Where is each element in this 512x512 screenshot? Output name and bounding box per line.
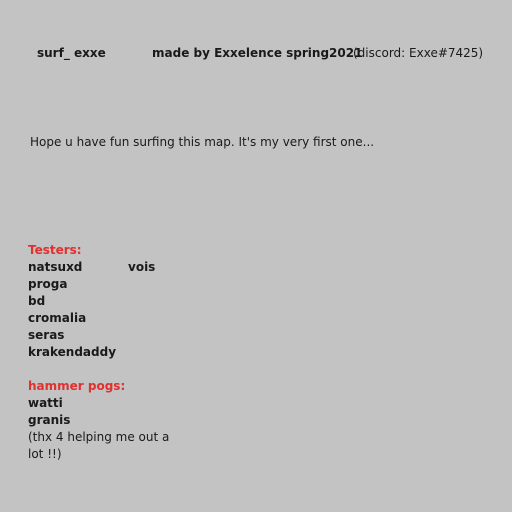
discord-handle: (discord: Exxe#7425) (353, 46, 484, 60)
tester-name: cromalia (28, 311, 87, 325)
tester-name: bd (28, 294, 46, 308)
hammer-heading: hammer pogs: (28, 379, 126, 393)
tester-name: vois (128, 260, 156, 274)
tester-name: seras (28, 328, 65, 342)
map-name: surf_ exxe (37, 46, 106, 60)
testers-heading: Testers: (28, 243, 82, 257)
hammer-helper-name: granis (28, 413, 71, 427)
tester-name: proga (28, 277, 68, 291)
welcome-message: Hope u have fun surfing this map. It's m… (30, 135, 375, 149)
hammer-helper-name: watti (28, 396, 63, 410)
tester-name: natsuxd (28, 260, 83, 274)
tester-name: krakendaddy (28, 345, 117, 359)
thanks-note: lot !!) (28, 447, 62, 461)
author-credit: made by Exxelence spring2021 (152, 46, 363, 60)
thanks-note: (thx 4 helping me out a (28, 430, 170, 444)
